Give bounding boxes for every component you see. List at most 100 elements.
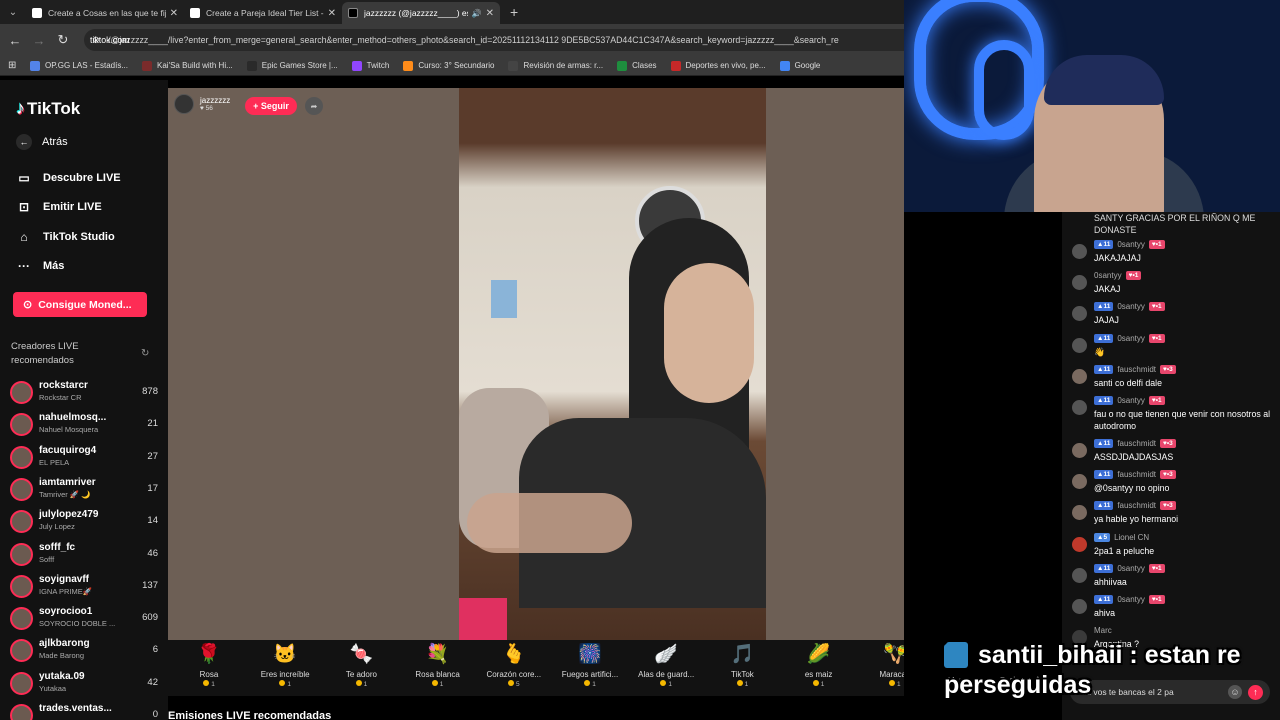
chat-username[interactable]: 0santyy bbox=[1117, 334, 1145, 343]
creator-viewer-count: 14 bbox=[147, 515, 158, 527]
bookmark[interactable]: Clases bbox=[617, 60, 657, 71]
bookmark-favicon-icon bbox=[670, 60, 681, 71]
close-tab-icon[interactable]: ✕ bbox=[170, 8, 178, 19]
creator-item[interactable]: rockstarcr Rockstar CR 878 bbox=[10, 380, 158, 408]
level-value: 11 bbox=[1103, 596, 1111, 603]
close-tab-icon[interactable]: ✕ bbox=[328, 8, 336, 19]
chat-message-header: ▲11 0santyy ♥•1 bbox=[1094, 333, 1165, 343]
bookmark-favicon-icon bbox=[30, 60, 40, 71]
share-icon[interactable]: ➦ bbox=[305, 97, 323, 115]
new-tab-icon[interactable]: + bbox=[510, 4, 518, 20]
chat-username[interactable]: fauschmidt bbox=[1117, 365, 1156, 374]
video-stage[interactable]: jazzzzzz ♥ 56 + Seguir ➦ bbox=[168, 88, 904, 640]
get-coins-button[interactable]: ⊙ Consigue Moned... bbox=[13, 292, 147, 317]
gift-name: Alas de guard... bbox=[638, 670, 695, 679]
follow-button[interactable]: + Seguir bbox=[245, 97, 297, 115]
back-arrow-icon[interactable]: ← bbox=[3, 33, 27, 48]
chat-username[interactable]: Marc bbox=[1094, 626, 1112, 635]
nav-more[interactable]: ··· Más bbox=[16, 259, 64, 273]
chat-avatar[interactable] bbox=[1072, 505, 1087, 521]
creator-avatar bbox=[10, 477, 33, 501]
gift-item[interactable]: 🌽 es maiz 1 bbox=[784, 640, 854, 696]
nav-label: Descubre LIVE bbox=[43, 172, 121, 184]
creator-item[interactable]: yutaka.09 Yutakaa 42 bbox=[10, 671, 158, 699]
chat-avatar[interactable] bbox=[1072, 443, 1087, 458]
nav-discover-live[interactable]: ▭ Descubre LIVE bbox=[16, 171, 121, 185]
tab-search-icon[interactable]: ⌄ bbox=[0, 0, 26, 24]
gift-item[interactable]: 🎵 TikTok 1 bbox=[707, 640, 777, 696]
tiktok-logo[interactable]: ♪ TikTok bbox=[16, 98, 80, 119]
chat-avatar[interactable] bbox=[1072, 244, 1087, 259]
creator-item[interactable]: sofff_fc Sofff 46 bbox=[10, 542, 158, 570]
creator-item[interactable]: iamtamriver Tamriver 🚀 🌙 17 bbox=[10, 477, 158, 505]
live-video[interactable] bbox=[459, 88, 766, 640]
chat-username[interactable]: fauschmidt bbox=[1117, 501, 1156, 510]
chat-username[interactable]: fauschmidt bbox=[1117, 470, 1156, 479]
chat-avatar[interactable] bbox=[1072, 337, 1087, 353]
gift-item[interactable]: 🎆 Fuegos artifici... 1 bbox=[555, 640, 625, 696]
creator-item[interactable]: nahuelmosq... Nahuel Mosquera 21 bbox=[10, 412, 158, 440]
refresh-icon[interactable]: ↻ bbox=[141, 348, 149, 359]
apps-grid-icon[interactable]: ⊞ bbox=[8, 60, 30, 71]
gift-name: Te adoro bbox=[345, 670, 377, 679]
gift-item[interactable]: 🫰 Corazón core... 5 bbox=[479, 640, 549, 696]
chat-username[interactable]: 0santyy bbox=[1117, 240, 1145, 249]
chat-avatar[interactable] bbox=[1072, 474, 1087, 490]
creator-item[interactable]: soyignavff IGNA PRIME🚀 137 bbox=[10, 574, 158, 602]
creator-item[interactable]: ajlkbarong Made Barong 6 bbox=[10, 638, 158, 666]
bookmark[interactable]: Deportes en vivo, pe... bbox=[670, 60, 766, 71]
creator-item[interactable]: trades.ventas... 0 bbox=[10, 703, 158, 720]
bookmark-label: Curso: 3° Secundario bbox=[418, 61, 495, 70]
chat-username[interactable]: 0santyy bbox=[1117, 302, 1145, 311]
coin-icon bbox=[507, 680, 514, 686]
host-avatar[interactable] bbox=[174, 94, 194, 114]
url-field[interactable]: ⚙ tiktok.com/@jazzzzz____/live?enter_fro… bbox=[84, 29, 904, 51]
browser-tab[interactable]: Create a Pareja Ideal Tier List - T ✕ bbox=[184, 2, 342, 24]
browser-tab[interactable]: Create a Cosas en las que te fija ✕ bbox=[26, 2, 184, 24]
bookmark[interactable]: Revisión de armas: r... bbox=[508, 60, 604, 71]
close-tab-icon[interactable]: ✕ bbox=[486, 8, 494, 19]
chat-avatar[interactable] bbox=[1072, 599, 1087, 614]
chat-avatar[interactable] bbox=[1072, 536, 1087, 552]
gift-item[interactable]: 💐 Rosa blanca 1 bbox=[403, 640, 473, 696]
speaker-icon[interactable]: 🔊 bbox=[472, 9, 482, 18]
chat-avatar[interactable] bbox=[1072, 567, 1087, 583]
bookmark-label: Revisión de armas: r... bbox=[523, 61, 604, 70]
fan-badge: ♥•1 bbox=[1125, 271, 1142, 281]
creator-item[interactable]: soyrocioo1 SOYROCIO DOBLE ... 609 bbox=[10, 606, 158, 634]
bookmark[interactable]: Twitch bbox=[351, 60, 389, 71]
level-value: 5 bbox=[1103, 533, 1108, 541]
host-info[interactable]: jazzzzzz ♥ 56 bbox=[174, 94, 230, 114]
chat-avatar[interactable] bbox=[1072, 275, 1087, 291]
chat-message-header: ▲11 0santyy ♥•1 bbox=[1094, 595, 1165, 604]
reload-icon[interactable]: ↻ bbox=[51, 32, 75, 48]
chat-username[interactable]: 0santyy bbox=[1117, 396, 1145, 405]
chat-avatar[interactable] bbox=[1072, 400, 1087, 415]
chat-avatar[interactable] bbox=[1072, 368, 1087, 384]
nav-go-live[interactable]: ⊡ Emitir LIVE bbox=[16, 200, 102, 214]
chat-avatar[interactable] bbox=[1072, 306, 1087, 322]
back-button[interactable]: ← Atrás bbox=[16, 134, 68, 150]
gift-item[interactable]: 🪽 Alas de guard... 1 bbox=[631, 640, 701, 696]
bookmark[interactable]: Google bbox=[779, 60, 820, 71]
chat-username[interactable]: Lionel CN bbox=[1114, 533, 1149, 542]
chat-username[interactable]: fauschmidt bbox=[1117, 439, 1156, 448]
chat-username[interactable]: 0santyy bbox=[1117, 564, 1145, 573]
chat-username[interactable]: 0santyy bbox=[1094, 271, 1122, 280]
gift-item[interactable]: 🍬 Te adoro 1 bbox=[326, 640, 396, 696]
chat-username[interactable]: 0santyy bbox=[1117, 595, 1145, 604]
gift-cost-value: 5 bbox=[515, 681, 520, 688]
browser-tab-active[interactable]: jazzzzzz (@jazzzzz____) est 🔊 ✕ bbox=[342, 2, 500, 24]
gift-item[interactable]: 🌹 Rosa 1 bbox=[174, 640, 244, 696]
gift-bar: 🌹 Rosa 1 🐱 Eres increíble 1 🍬 Te adoro 1 💐 Rosa bl… bbox=[168, 640, 910, 696]
bookmark[interactable]: Kai'Sa Build with Hi... bbox=[142, 60, 233, 71]
bookmark[interactable]: OP.GG LAS - Estadís... bbox=[30, 60, 128, 71]
bookmark[interactable]: Epic Games Store |... bbox=[246, 60, 338, 71]
creator-viewer-count: 42 bbox=[147, 676, 158, 688]
creator-item[interactable]: julylopez479 July Lopez 14 bbox=[10, 509, 158, 537]
nav-tiktok-studio[interactable]: ⌂ TikTok Studio bbox=[16, 230, 114, 244]
gift-item[interactable]: 🐱 Eres increíble 1 bbox=[250, 640, 320, 696]
creator-item[interactable]: facuquirog4 EL PELA 27 bbox=[10, 445, 158, 473]
bookmark[interactable]: Curso: 3° Secundario bbox=[403, 60, 495, 71]
forward-arrow-icon[interactable]: → bbox=[27, 33, 51, 48]
